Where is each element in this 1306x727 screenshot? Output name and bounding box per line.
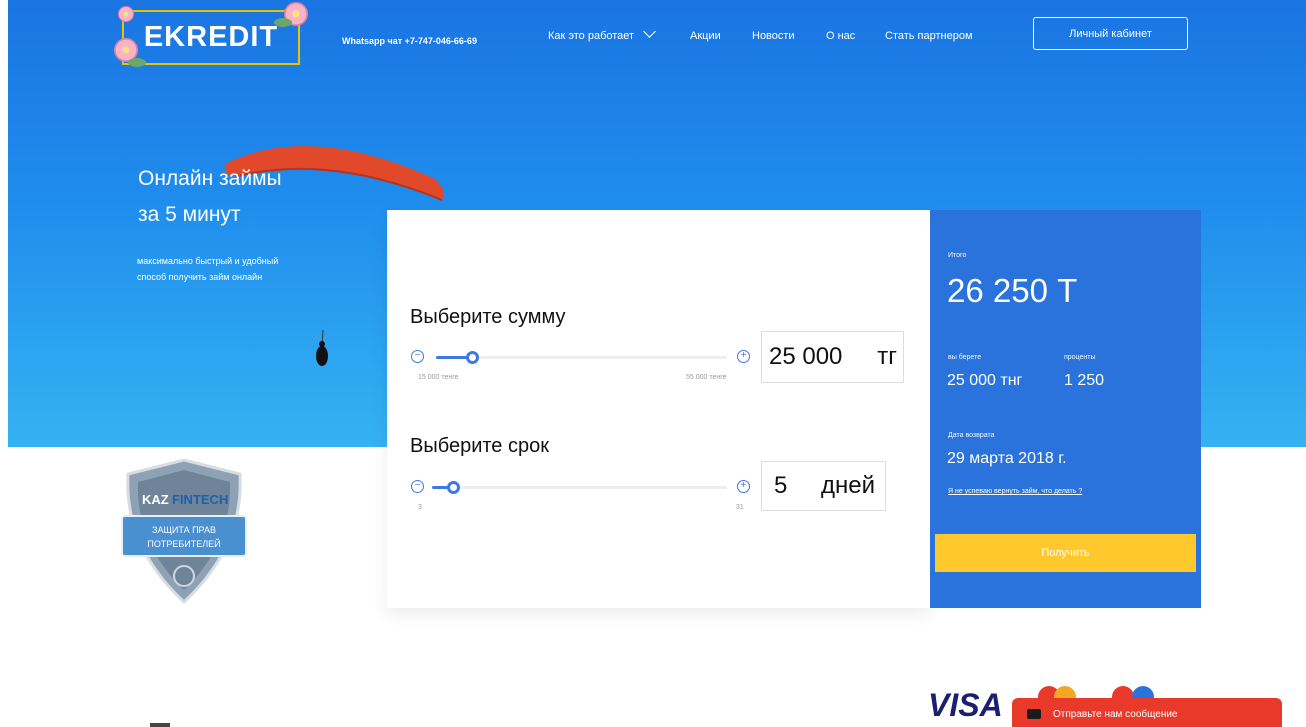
return-date: 29 марта 2018 г. <box>947 450 1067 467</box>
amount-slider-handle[interactable] <box>466 351 479 364</box>
interest-label: проценты <box>1064 354 1096 361</box>
nav-how-label: Как это работает <box>548 30 635 42</box>
partial-text-strip <box>150 723 170 727</box>
total-label: Итого <box>948 252 967 259</box>
cabinet-button[interactable]: Личный кабинет <box>1033 17 1188 50</box>
logo-text: EKREDIT <box>143 21 279 53</box>
get-loan-button[interactable]: Получить <box>935 534 1196 572</box>
amount-minus-button[interactable]: − <box>411 350 424 363</box>
interest-value: 1 250 <box>1064 372 1105 389</box>
amount-unit: тг <box>877 343 897 370</box>
borrow-value: 25 000 тнг <box>947 372 1023 389</box>
hero-title-line1: Онлайн займы <box>138 167 282 190</box>
badge-brand-a: KAZ <box>142 492 169 507</box>
hero-title-line2: за 5 минут <box>138 203 241 226</box>
nav-how-it-works[interactable]: Как это работает <box>548 25 657 42</box>
amount-label: Выберите сумму <box>410 306 566 328</box>
term-field[interactable]: 5 дней <box>761 461 886 511</box>
amount-min-label: 15 000 тенге <box>418 374 459 381</box>
help-link[interactable]: Я не успеваю вернуть займ, что делать ? <box>948 488 1082 495</box>
leaf-icon <box>128 58 146 67</box>
term-minus-button[interactable]: − <box>411 480 424 493</box>
amount-field[interactable]: 25 000 тг <box>761 331 904 383</box>
term-min-label: 3 <box>418 504 422 511</box>
nav-promo[interactable]: Акции <box>690 30 721 42</box>
nav-partner[interactable]: Стать партнером <box>885 30 973 42</box>
term-plus-button[interactable]: + <box>737 480 750 493</box>
amount-value: 25 000 <box>769 343 843 370</box>
term-max-label: 31 <box>736 504 744 511</box>
loan-summary: Итого 26 250 Т вы берете 25 000 тнг проц… <box>930 210 1201 608</box>
badge-line2: ПОТРЕБИТЕЛЕЙ <box>147 538 220 549</box>
chat-label: Отправьте нам сообщение <box>1053 708 1178 720</box>
logo[interactable]: EKREDIT <box>114 2 308 67</box>
envelope-icon <box>1027 709 1041 719</box>
term-slider-track[interactable] <box>432 481 727 494</box>
amount-slider-track[interactable] <box>436 351 727 364</box>
paraglider-pilot <box>316 330 328 366</box>
nav-about[interactable]: О нас <box>826 30 855 42</box>
hero-subtitle-line2: способ получить займ онлайн <box>137 272 263 282</box>
amount-plus-button[interactable]: + <box>737 350 750 363</box>
partial-text <box>150 712 550 727</box>
chat-widget-button[interactable]: Отправьте нам сообщение <box>1012 698 1282 727</box>
leaf-icon <box>274 18 292 27</box>
term-slider-handle[interactable] <box>447 481 460 494</box>
consumer-protection-badge: KAZ FINTECH ЗАЩИТА ПРАВ ПОТРЕБИТЕЛЕЙ <box>121 458 247 605</box>
badge-brand-b: FINTECH <box>172 492 228 507</box>
flower-icon <box>118 6 134 22</box>
visa-logo: VISA <box>928 687 1003 723</box>
term-value: 5 <box>774 472 788 499</box>
nav-news[interactable]: Новости <box>752 30 795 42</box>
borrow-label: вы берете <box>948 354 982 361</box>
badge-line1: ЗАЩИТА ПРАВ <box>152 525 216 535</box>
whatsapp-contact[interactable]: Whatsapp чат +7-747-046-66-69 <box>342 36 477 46</box>
amount-max-label: 55 000 тенге <box>686 374 727 381</box>
term-unit: дней <box>820 472 875 499</box>
term-label: Выберите срок <box>410 435 549 457</box>
hero-subtitle-line1: максимально быстрый и удобный <box>137 256 279 266</box>
loan-calculator: Выберите сумму − + 15 000 тенге 55 000 т… <box>387 210 930 608</box>
return-label: Дата возврата <box>948 432 995 439</box>
total-value: 26 250 Т <box>947 272 1078 309</box>
